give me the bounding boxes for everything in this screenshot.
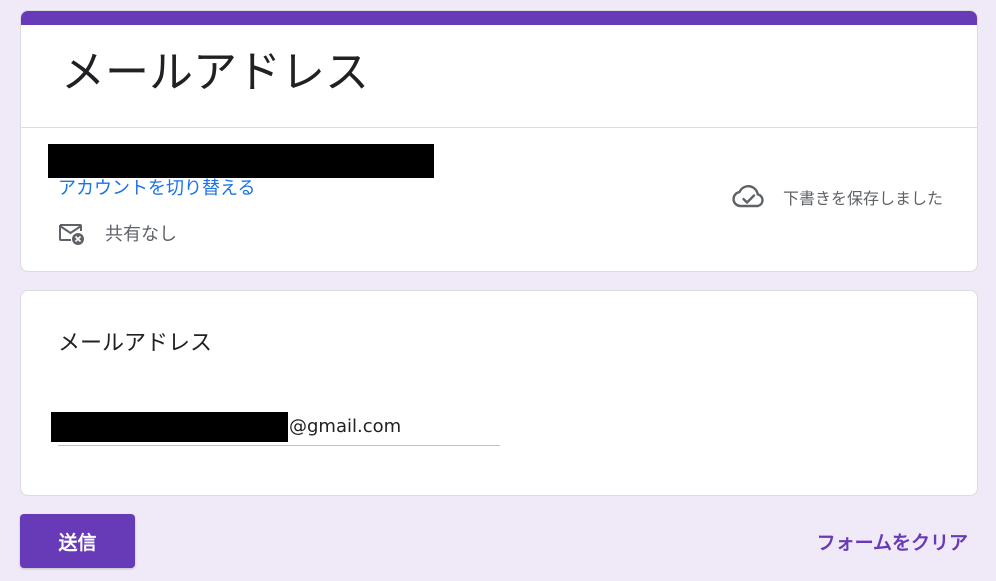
header-divider (21, 127, 977, 128)
email-question-card: メールアドレス @gmail.com (20, 290, 978, 496)
sharing-status: 共有なし (57, 219, 177, 247)
submit-button[interactable]: 送信 (20, 514, 135, 568)
redacted-account-email (48, 144, 434, 178)
redacted-email-username (51, 412, 288, 442)
clear-form-button[interactable]: フォームをクリア (817, 528, 968, 555)
email-field[interactable]: @gmail.com (289, 414, 401, 440)
question-title: メールアドレス (58, 331, 213, 356)
cloud-check-icon (731, 182, 767, 212)
switch-account-link[interactable]: アカウントを切り替える (58, 177, 255, 201)
email-field-underline (58, 445, 500, 446)
form-title: メールアドレス (61, 47, 369, 98)
sharing-status-label: 共有なし (105, 224, 177, 245)
mail-x-icon (57, 219, 87, 247)
form-header-card: メールアドレス アカウントを切り替える 共有なし 下書きを保存しました (20, 10, 978, 272)
draft-status-label: 下書きを保存しました (782, 189, 943, 208)
header-accent-bar (21, 11, 977, 25)
draft-status: 下書きを保存しました (731, 181, 943, 213)
